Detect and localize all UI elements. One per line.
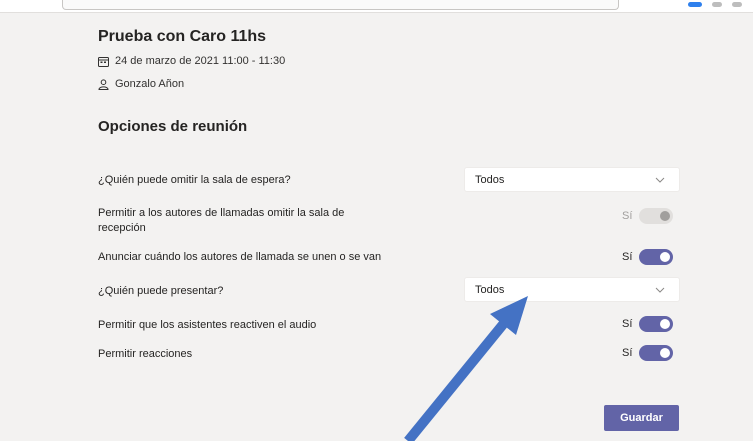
arrow-shaft [404,318,509,441]
annotation-arrow [404,296,528,441]
